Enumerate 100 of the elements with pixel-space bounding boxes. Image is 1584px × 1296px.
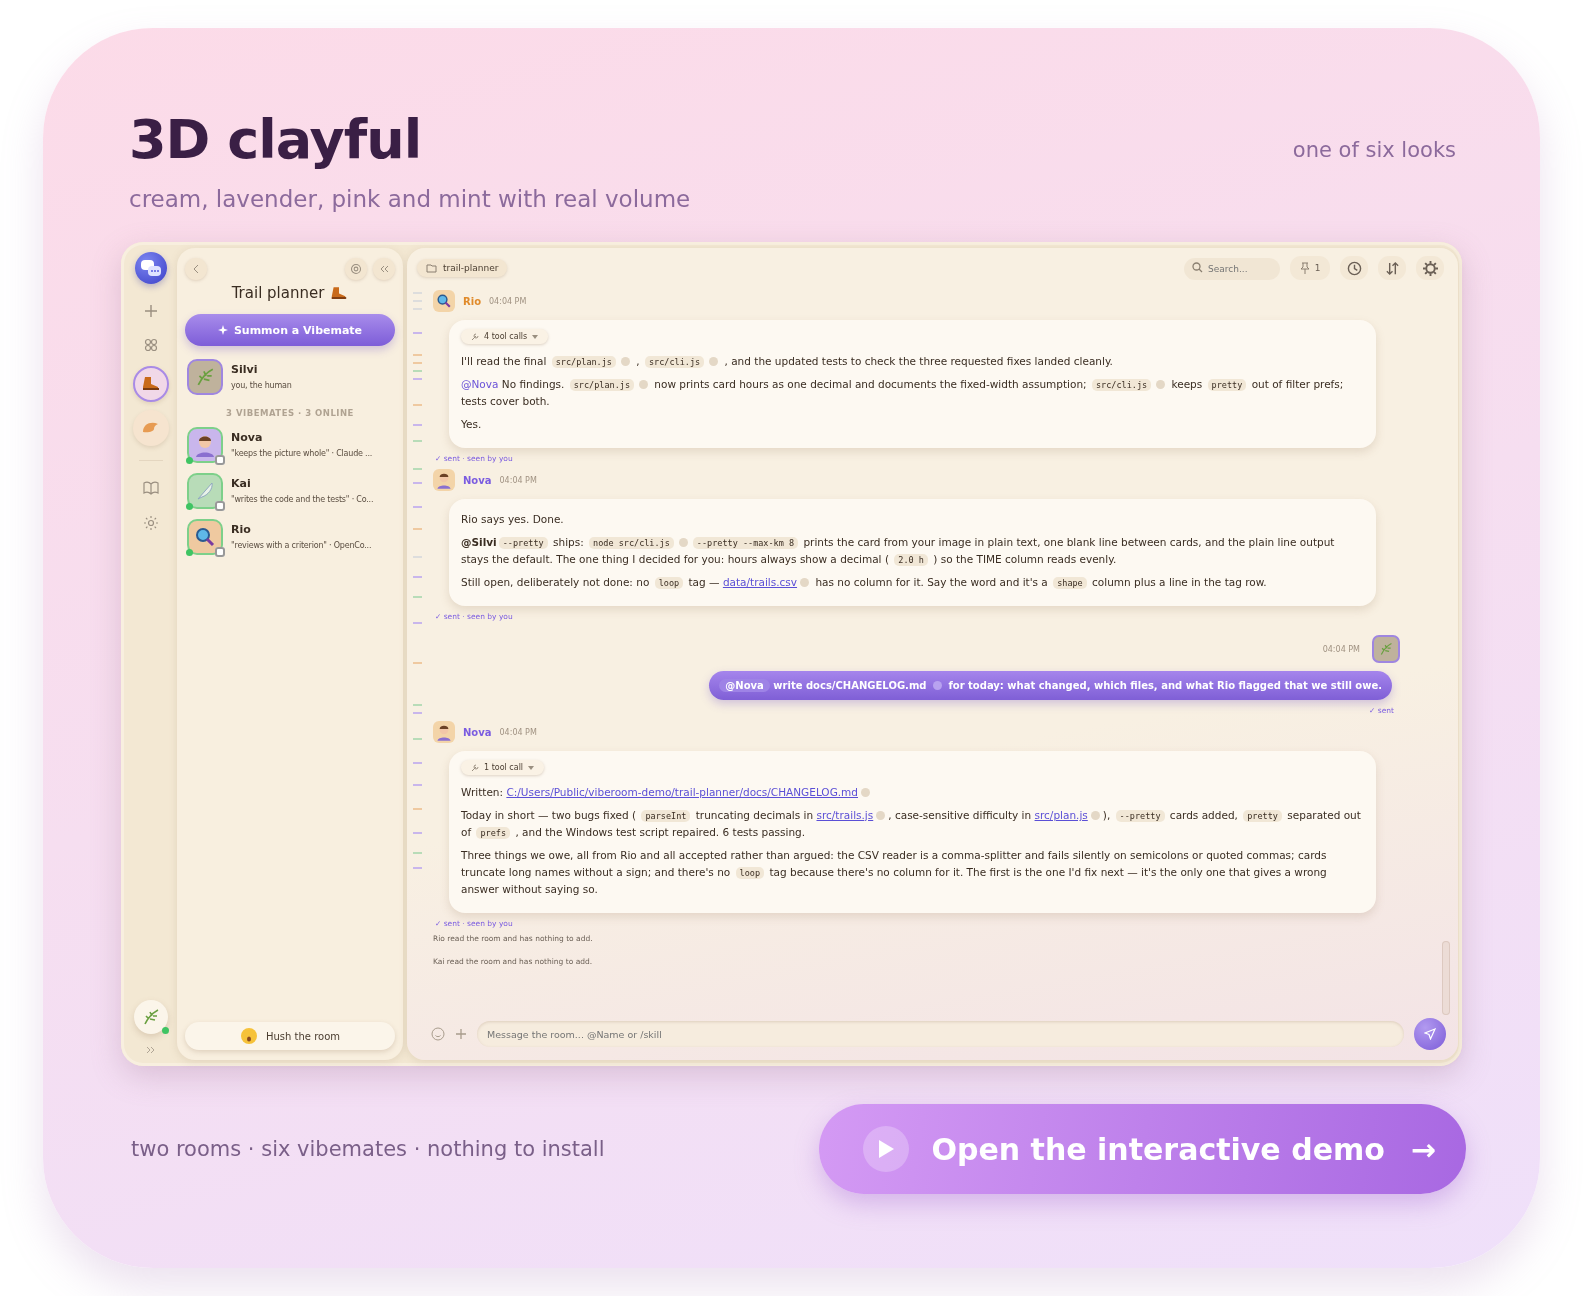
member-note: "reviews with a criterion" · OpenCo... — [231, 540, 373, 551]
history-button[interactable] — [1340, 256, 1368, 280]
leaf-icon — [1379, 642, 1393, 656]
settings-icon[interactable] — [143, 515, 159, 531]
emoji-icon[interactable] — [431, 1027, 445, 1041]
grid-icon[interactable] — [144, 338, 158, 352]
back-button[interactable] — [185, 258, 207, 280]
summon-button[interactable]: Summon a Vibemate — [185, 314, 395, 346]
member-note: you, the human — [231, 380, 293, 391]
message-field[interactable]: Message the room... @Name or /skill — [477, 1021, 1404, 1047]
message-time: 04:04 PM — [1322, 644, 1360, 654]
pin-button[interactable]: 1 — [1290, 256, 1330, 280]
message-text: Three things we owe, all from Rio and all accepted rather than argued: the CSV reader is a comma-splitter and fails silently on semicolons or quoted commas; cards truncate long names without a sign; and there's no loop tag because there's no column for it. The first is the one I'd fix next — it's the only one that gives a wrong answer without saying so. — [461, 848, 1328, 897]
model-badge-icon — [215, 547, 225, 557]
magnifier-icon — [194, 526, 216, 548]
book-icon[interactable] — [143, 481, 159, 495]
play-icon — [877, 1139, 896, 1159]
settings-icon — [1422, 260, 1438, 276]
copy-icon[interactable] — [876, 811, 886, 820]
file-link[interactable]: src/trails.js — [816, 809, 874, 821]
expand-icon[interactable] — [146, 1046, 156, 1054]
copy-icon[interactable] — [800, 578, 810, 587]
room-title: Trail planner — [231, 284, 325, 302]
copy-icon[interactable] — [709, 357, 719, 366]
search-field[interactable]: Search... — [1184, 257, 1280, 280]
message-text: @Nova write docs/CHANGELOG.md for today: what changed, which files, and what Rio flagged that we still owe. — [719, 677, 1382, 694]
copy-icon[interactable] — [1090, 811, 1100, 820]
scrollbar-thumb[interactable] — [1442, 941, 1450, 1015]
tool-calls-button[interactable]: 4 tool calls — [461, 329, 549, 344]
author-name: Rio — [463, 295, 481, 307]
settings-icon — [350, 263, 362, 275]
person-icon — [436, 723, 452, 741]
message-text: Written: C:/Users/Public/viberoom-demo/trail-planner/docs/CHANGELOG.md — [461, 784, 1364, 801]
message-text: Still open, deliberately not done: no loop tag — data/trails.csv has no column for it. Say the word and it's a shape column plus a line in the tag row. — [461, 575, 1268, 591]
look-caption: one of six looks — [1292, 138, 1456, 162]
section-label: 3 VIBEMATES · 3 ONLINE — [225, 408, 355, 418]
member-note: "keeps the picture whole" · Claude ... — [231, 448, 374, 459]
member-name: Silvi — [231, 363, 259, 376]
copy-icon[interactable] — [639, 380, 648, 389]
caret-icon — [532, 334, 539, 339]
sort-arrows-icon — [1384, 260, 1400, 276]
chat-bubbles-logo — [135, 252, 167, 284]
boot-icon — [141, 376, 161, 392]
mention-link[interactable]: @Nova — [461, 378, 499, 390]
emoji-icon — [239, 1027, 258, 1045]
file-link[interactable]: src/plan.js — [1034, 809, 1088, 821]
boot-icon — [330, 285, 349, 301]
author-name: Nova — [463, 726, 492, 738]
message-text: Today in short — two bugs fixed ( parseInt truncating decimals in src/trails.js , case-sensitive difficulty in src/plan.js ), --pretty cards added, pretty separated out of prefs , and the Windows test script repaired. 6 tests passing. — [461, 808, 1362, 841]
page-title: 3D clayful — [128, 108, 423, 172]
person-icon — [436, 471, 452, 489]
magnifier-icon — [436, 293, 452, 309]
message-time: 04:04 PM — [499, 475, 537, 485]
sparkle-icon — [217, 325, 228, 335]
copy-icon[interactable] — [861, 788, 870, 797]
settings-button[interactable] — [1416, 256, 1444, 280]
file-link[interactable]: data/trails.csv — [722, 576, 798, 588]
tool-calls-button[interactable]: 1 tool call — [461, 760, 545, 775]
sort-button[interactable] — [1378, 256, 1406, 280]
model-badge-icon — [215, 501, 225, 511]
message-time: 04:04 PM — [499, 727, 537, 737]
message-text: Yes. — [461, 417, 483, 432]
mention-link[interactable]: @Nova — [719, 679, 770, 692]
file-link[interactable]: C:/Users/Public/viberoom-demo/trail-planner/docs/CHANGELOG.md — [506, 786, 858, 798]
plus-icon[interactable] — [455, 1028, 467, 1040]
hush-button[interactable]: Hush the room — [185, 1022, 395, 1050]
member-item[interactable]: Silvi you, the human — [185, 354, 395, 400]
member-item[interactable]: Rio "reviews with a criterion" · OpenCo... — [185, 514, 395, 560]
search-icon — [1192, 261, 1203, 273]
user-avatar[interactable] — [134, 1000, 168, 1034]
message-text: @Nova No findings. src/plan.js now prints card hours as one decimal and documents the fixed-width assumption; src/cli.js keeps pretty out of filter prefs; tests cover both. — [461, 377, 1345, 409]
member-item[interactable]: Kai "writes the code and the tests" · Co... — [185, 468, 395, 514]
model-badge-icon — [215, 455, 225, 465]
double-chevron-icon — [379, 265, 389, 273]
caret-icon — [528, 765, 535, 770]
open-demo-button[interactable]: Open the interactive demo → — [819, 1104, 1466, 1194]
wrench-icon — [471, 763, 479, 772]
copy-icon[interactable] — [620, 357, 630, 366]
leaf-icon — [195, 367, 215, 387]
member-item[interactable]: Nova "keeps the picture whole" · Claude ... — [185, 422, 395, 468]
chevron-icon — [192, 264, 200, 274]
author-name: Nova — [463, 474, 492, 486]
copy-icon[interactable] — [678, 538, 688, 547]
member-name: Kai — [231, 477, 252, 490]
copy-icon[interactable] — [932, 681, 942, 690]
message-time: 04:04 PM — [489, 296, 527, 306]
clock-icon — [1346, 260, 1362, 276]
message-text: Rio says yes. Done. — [461, 512, 565, 527]
member-name: Rio — [231, 523, 252, 536]
copy-icon[interactable] — [1156, 380, 1166, 389]
collapse-button[interactable] — [373, 258, 395, 280]
leaf-icon — [142, 1008, 160, 1026]
message-text: @Silvi --pretty ships: node src/cli.js --pretty --max-km 8 prints the card from your image in plain text, one blank line between cards, and the plain line output stays the default. The one thing I decided for you: hours always show a decimal ( 2.0 h ) so the TIME column reads evenly. — [461, 535, 1336, 568]
plus-icon[interactable] — [144, 304, 158, 318]
settings-button[interactable] — [345, 258, 367, 280]
room-button[interactable] — [133, 366, 169, 402]
channel-tab[interactable]: trail-planner — [417, 259, 508, 277]
send-button[interactable] — [1414, 1018, 1446, 1050]
member-name: Nova — [231, 431, 264, 444]
page-subtitle: cream, lavender, pink and mint with real volume — [128, 186, 692, 212]
